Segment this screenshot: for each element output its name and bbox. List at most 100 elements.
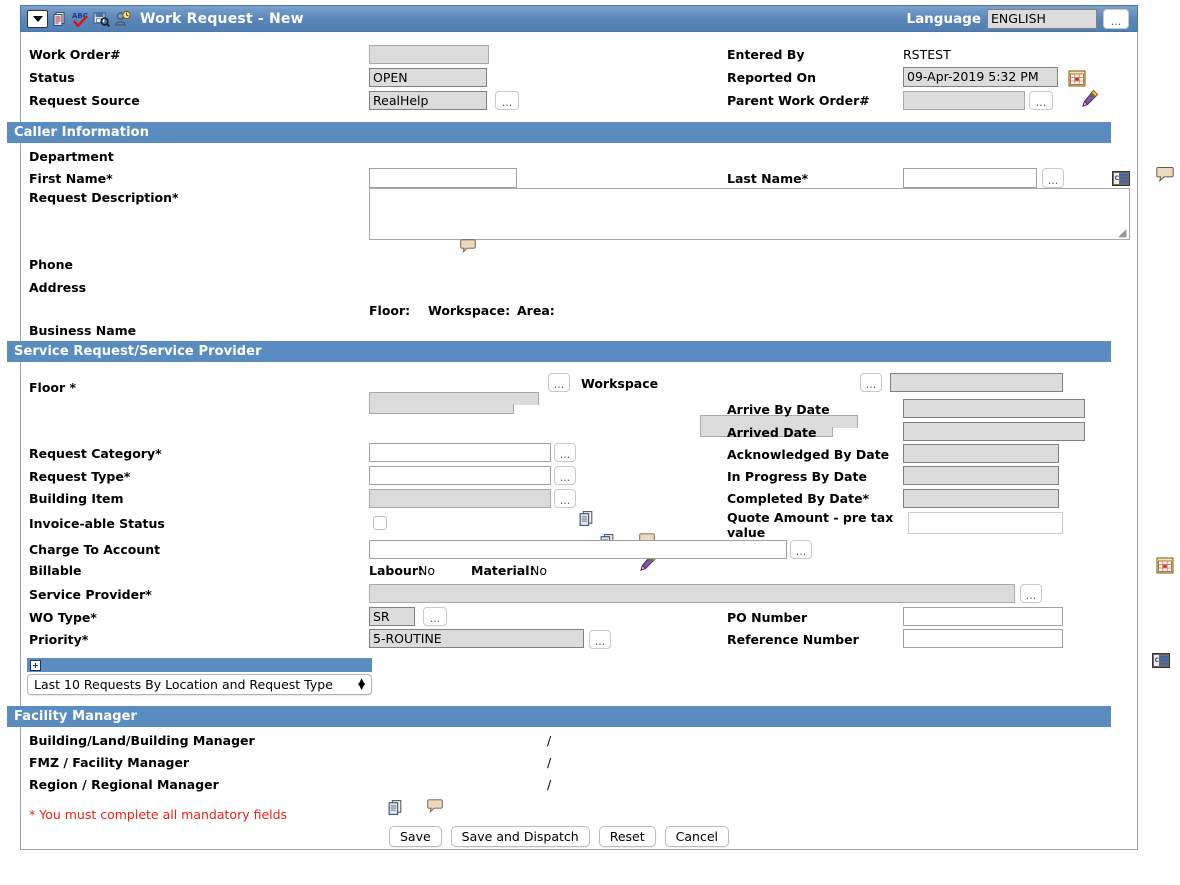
first-name-label: First Name* [29, 171, 113, 186]
wo-type-picker-button[interactable]: ... [423, 607, 447, 626]
svg-text:C: C [1115, 175, 1120, 182]
request-source-label: Request Source [29, 93, 140, 108]
save-and-dispatch-button[interactable]: Save and Dispatch [450, 826, 590, 847]
expand-plus-icon[interactable] [30, 659, 41, 671]
floor-picker-button[interactable]: ... [548, 373, 570, 392]
status-input[interactable]: OPEN [369, 68, 487, 87]
arrive-by-date-input[interactable] [903, 399, 1085, 418]
quote-amount-label: Quote Amount - pre tax value [727, 510, 894, 540]
labour-value: No [418, 563, 435, 578]
last-name-label: Last Name* [727, 171, 809, 186]
po-number-label: PO Number [727, 610, 808, 625]
request-category-picker-button[interactable]: ... [554, 443, 576, 462]
po-number-input[interactable] [903, 607, 1063, 626]
request-source-input[interactable]: RealHelp [369, 91, 487, 110]
billable-label: Billable [29, 563, 82, 578]
building-item-picker-button[interactable]: ... [554, 489, 576, 508]
priority-label: Priority* [29, 632, 89, 647]
parent-work-order-input[interactable] [903, 91, 1025, 110]
building-item-label: Building Item [29, 491, 124, 506]
acknowledged-by-date-input[interactable] [903, 444, 1059, 463]
request-type-picker-button[interactable]: ... [554, 466, 576, 485]
language-picker-button[interactable]: ... [1103, 8, 1129, 29]
department-label: Department [29, 149, 114, 164]
contact-card-icon[interactable]: C [1151, 652, 1170, 668]
history-select[interactable]: Last 10 Requests By Location and Request… [27, 674, 372, 695]
entered-by-value: RSTEST [903, 47, 951, 62]
arrive-by-date-label: Arrive By Date [727, 402, 830, 417]
comment-bubble-icon[interactable] [427, 798, 443, 814]
invoiceable-status-label: Invoice-able Status [29, 516, 165, 531]
reset-button[interactable]: Reset [598, 826, 656, 847]
comment-bubble-icon[interactable] [460, 238, 476, 254]
save-button[interactable]: Save [388, 826, 442, 847]
copy-records-icon[interactable] [387, 799, 404, 816]
address-label: Address [29, 280, 87, 295]
charge-to-account-picker-button[interactable]: ... [790, 540, 812, 559]
building-item-input[interactable] [369, 489, 551, 508]
request-source-picker-button[interactable]: ... [495, 91, 519, 110]
acknowledged-by-date-label: Acknowledged By Date [727, 447, 890, 462]
request-type-label: Request Type* [29, 469, 131, 484]
workspace-label: Workspace [581, 376, 659, 391]
language-label: Language [906, 10, 981, 27]
request-description-textarea[interactable] [369, 188, 1130, 240]
last-name-input[interactable] [903, 168, 1037, 188]
textarea-resize-handle[interactable]: ◢ [1118, 226, 1126, 239]
work-order-input[interactable] [369, 45, 489, 64]
history-select-value: Last 10 Requests By Location and Request… [34, 677, 333, 692]
comment-bubble-icon[interactable] [1156, 166, 1174, 183]
quote-amount-input[interactable] [908, 512, 1063, 534]
section-facility-manager-title: Facility Manager [14, 709, 138, 724]
material-label: Material: [471, 563, 535, 578]
user-clock-icon[interactable] [114, 10, 131, 27]
service-provider-input[interactable] [369, 584, 1015, 603]
reported-on-input[interactable]: 09-Apr-2019 5:32 PM [903, 67, 1058, 87]
calendar-icon[interactable] [1068, 70, 1086, 87]
request-category-input[interactable] [369, 443, 551, 462]
dropdown-arrow-icon[interactable] [27, 9, 48, 28]
labour-label: Labour: [369, 563, 423, 578]
arrived-date-input[interactable] [903, 422, 1085, 441]
wo-type-input[interactable]: SR [369, 607, 415, 626]
language-input[interactable]: ENGLISH [987, 8, 1097, 29]
last-name-picker-button[interactable]: ... [1042, 168, 1064, 188]
building-land-manager-label: Building/Land/Building Manager [29, 733, 255, 748]
parent-work-order-picker-button[interactable]: ... [1029, 91, 1053, 110]
priority-input[interactable]: 5-ROUTINE [369, 629, 584, 648]
form-actions: Save Save and Dispatch Reset Cancel [0, 826, 1118, 847]
request-type-input[interactable] [369, 466, 551, 485]
cancel-button[interactable]: Cancel [664, 826, 730, 847]
reference-number-input[interactable] [903, 629, 1063, 648]
in-progress-by-date-input[interactable] [903, 466, 1059, 485]
section-caller-information-title: Caller Information [14, 125, 150, 140]
service-provider-picker-button[interactable]: ... [1020, 584, 1042, 603]
contact-card-icon[interactable]: C [1111, 170, 1130, 186]
region-regional-manager-label: Region / Regional Manager [29, 777, 219, 792]
titlebar-icon-group: ABC [27, 9, 131, 28]
save-as-icon[interactable] [93, 11, 110, 27]
completed-by-date-input[interactable] [903, 489, 1059, 508]
entered-by-label: Entered By [727, 47, 805, 62]
charge-to-account-input[interactable] [369, 540, 787, 559]
invoiceable-status-checkbox[interactable] [373, 516, 387, 530]
workspace-picker-button[interactable]: ... [860, 373, 882, 392]
history-expander-bar[interactable] [27, 658, 372, 672]
service-provider-label: Service Provider* [29, 587, 152, 602]
svg-text:C: C [1155, 657, 1160, 664]
floor-input[interactable] [369, 392, 539, 415]
priority-picker-button[interactable]: ... [589, 630, 611, 649]
first-name-input[interactable] [369, 168, 517, 188]
calendar-icon[interactable] [1156, 557, 1174, 574]
spellcheck-abc-icon[interactable]: ABC [72, 11, 89, 27]
language-group: Language ENGLISH ... [906, 8, 1129, 29]
workspace-extra-input[interactable] [890, 373, 1063, 392]
fmz-facility-manager-label: FMZ / Facility Manager [29, 755, 190, 770]
copy-records-icon[interactable] [52, 11, 68, 27]
material-value: No [530, 563, 547, 578]
copy-records-icon[interactable] [578, 510, 595, 527]
window-title-bar: ABC Work Request - New Language ENGLISH … [20, 5, 1138, 32]
pencil-edit-icon[interactable] [1080, 88, 1100, 108]
select-arrows-icon: ▲ ▼ [358, 676, 365, 692]
work-order-label: Work Order# [29, 47, 121, 62]
